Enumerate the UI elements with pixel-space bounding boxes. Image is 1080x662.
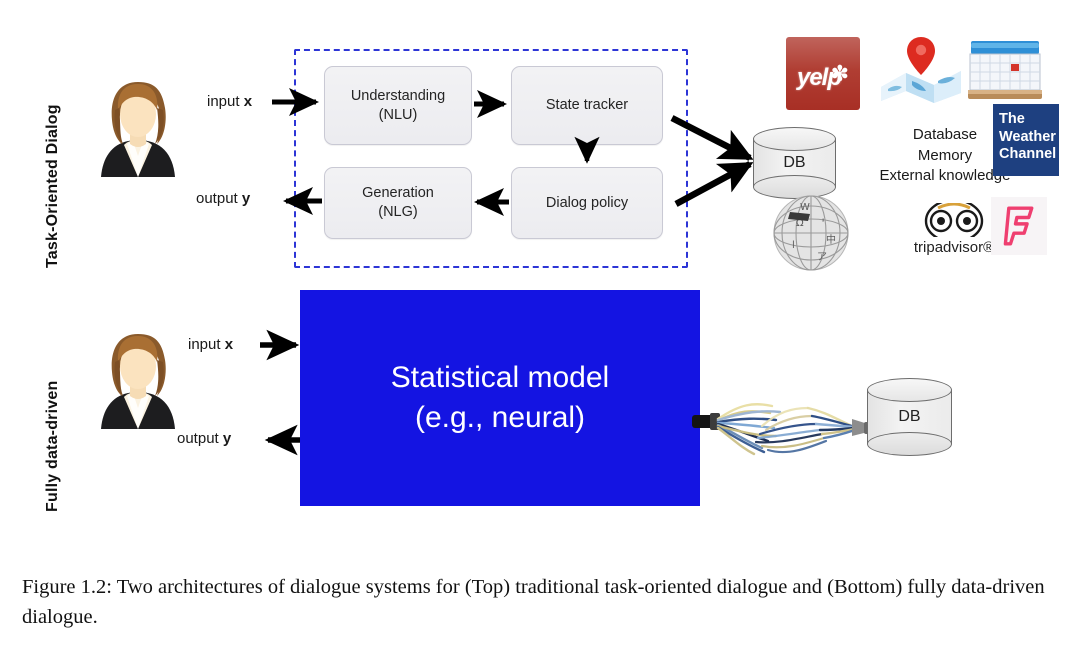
db-bottom-label: DB — [898, 408, 921, 425]
statistical-model-line2: (e.g., neural) — [414, 401, 586, 434]
statistical-model-box[interactable]: Statistical model (e.g., neural) — [300, 290, 700, 506]
figure-caption: Figure 1.2: Two architectures of dialogu… — [22, 576, 1045, 629]
statistical-model-line1: Statistical model — [390, 361, 610, 395]
frayed-cable-icon — [692, 403, 872, 456]
figure-container: Task-Oriented Dialog Fully data-driven i… — [0, 0, 1080, 662]
database-cylinder-bottom: DB — [867, 378, 952, 456]
